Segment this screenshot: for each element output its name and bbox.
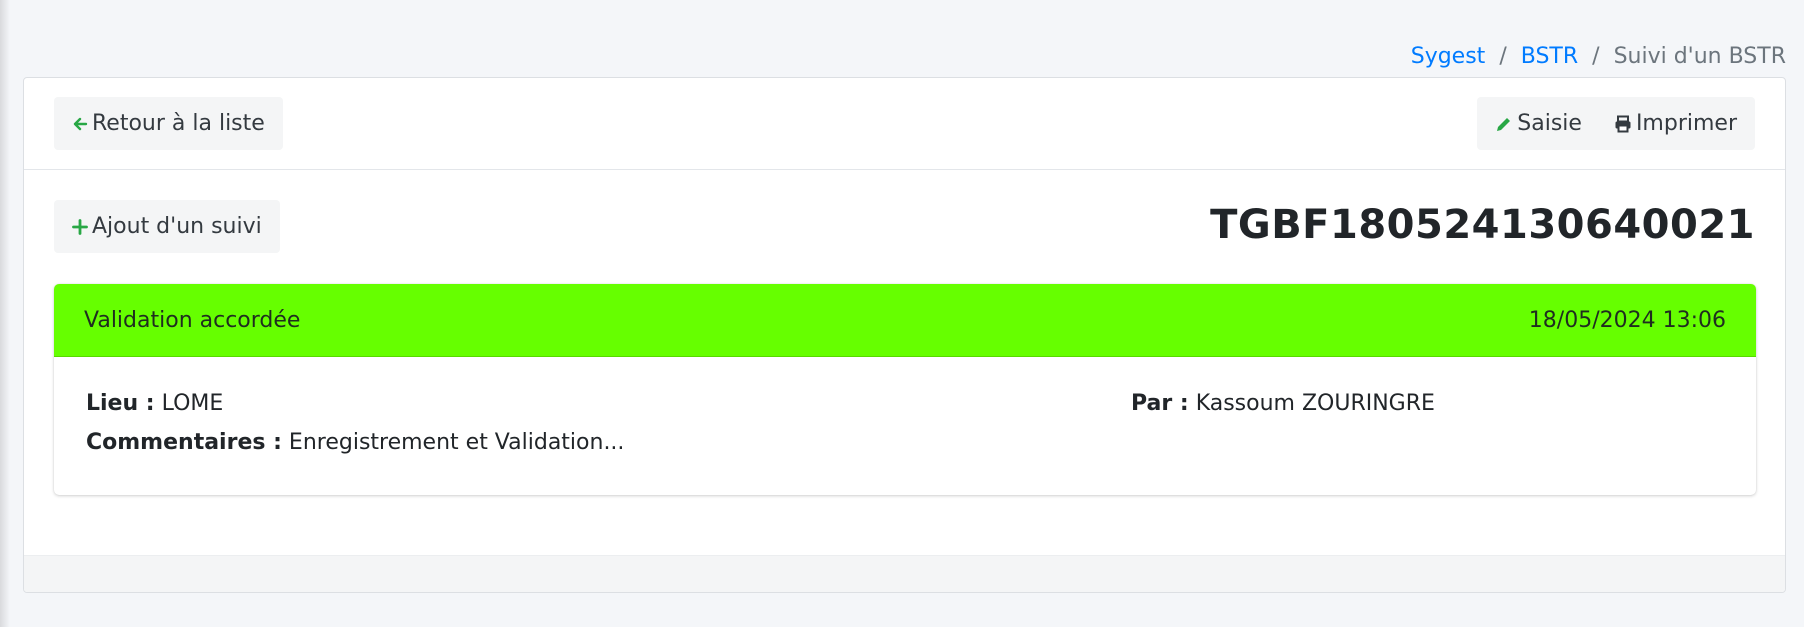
header-actions: Saisie Imprimer (1477, 97, 1755, 150)
event-header: Validation accordée 18/05/2024 13:06 (54, 284, 1756, 357)
breadcrumb-item-current: Suivi d'un BSTR (1613, 44, 1786, 69)
event-status: Validation accordée (84, 307, 301, 333)
back-to-list-label: Retour à la liste (92, 111, 265, 136)
plus-icon (72, 218, 88, 235)
event-card: Validation accordée 18/05/2024 13:06 Lie… (54, 284, 1756, 495)
main-card: Retour à la liste Saisie Imprimer Ajout … (23, 77, 1786, 593)
par-value: Kassoum ZOURINGRE (1195, 391, 1435, 416)
add-suivi-label: Ajout d'un suivi (92, 214, 262, 239)
card-body: Ajout d'un suivi TGBF180524130640021 Val… (24, 170, 1785, 563)
printer-icon (1614, 115, 1632, 133)
breadcrumb: Sygest / BSTR / Suivi d'un BSTR (1411, 44, 1786, 69)
event-lieu: Lieu : LOME (86, 391, 223, 416)
lieu-value: LOME (161, 391, 224, 416)
window-edge-shadow (0, 0, 10, 627)
par-label: Par : (1131, 391, 1189, 416)
breadcrumb-item-bstr[interactable]: BSTR (1521, 44, 1578, 69)
tracking-number: TGBF180524130640021 (1210, 202, 1755, 248)
commentaires-value: Enregistrement et Validation... (288, 430, 625, 455)
card-header: Retour à la liste Saisie Imprimer (24, 78, 1785, 170)
breadcrumb-item-sygest[interactable]: Sygest (1411, 44, 1486, 69)
saisie-button[interactable]: Saisie (1495, 111, 1582, 136)
saisie-label: Saisie (1517, 111, 1582, 136)
breadcrumb-separator: / (1499, 44, 1507, 69)
arrow-left-icon (72, 116, 88, 132)
event-commentaires: Commentaires : Enregistrement et Validat… (86, 430, 624, 455)
pencil-icon (1495, 115, 1513, 133)
breadcrumb-separator: / (1592, 44, 1600, 69)
lieu-label: Lieu : (86, 391, 155, 416)
add-suivi-button[interactable]: Ajout d'un suivi (54, 200, 280, 253)
commentaires-label: Commentaires : (86, 430, 282, 455)
imprimer-button[interactable]: Imprimer (1614, 111, 1737, 136)
card-footer (24, 555, 1785, 592)
event-datetime: 18/05/2024 13:06 (1528, 307, 1726, 333)
event-par: Par : Kassoum ZOURINGRE (1131, 391, 1435, 416)
back-to-list-button[interactable]: Retour à la liste (54, 97, 283, 150)
imprimer-label: Imprimer (1635, 111, 1737, 136)
